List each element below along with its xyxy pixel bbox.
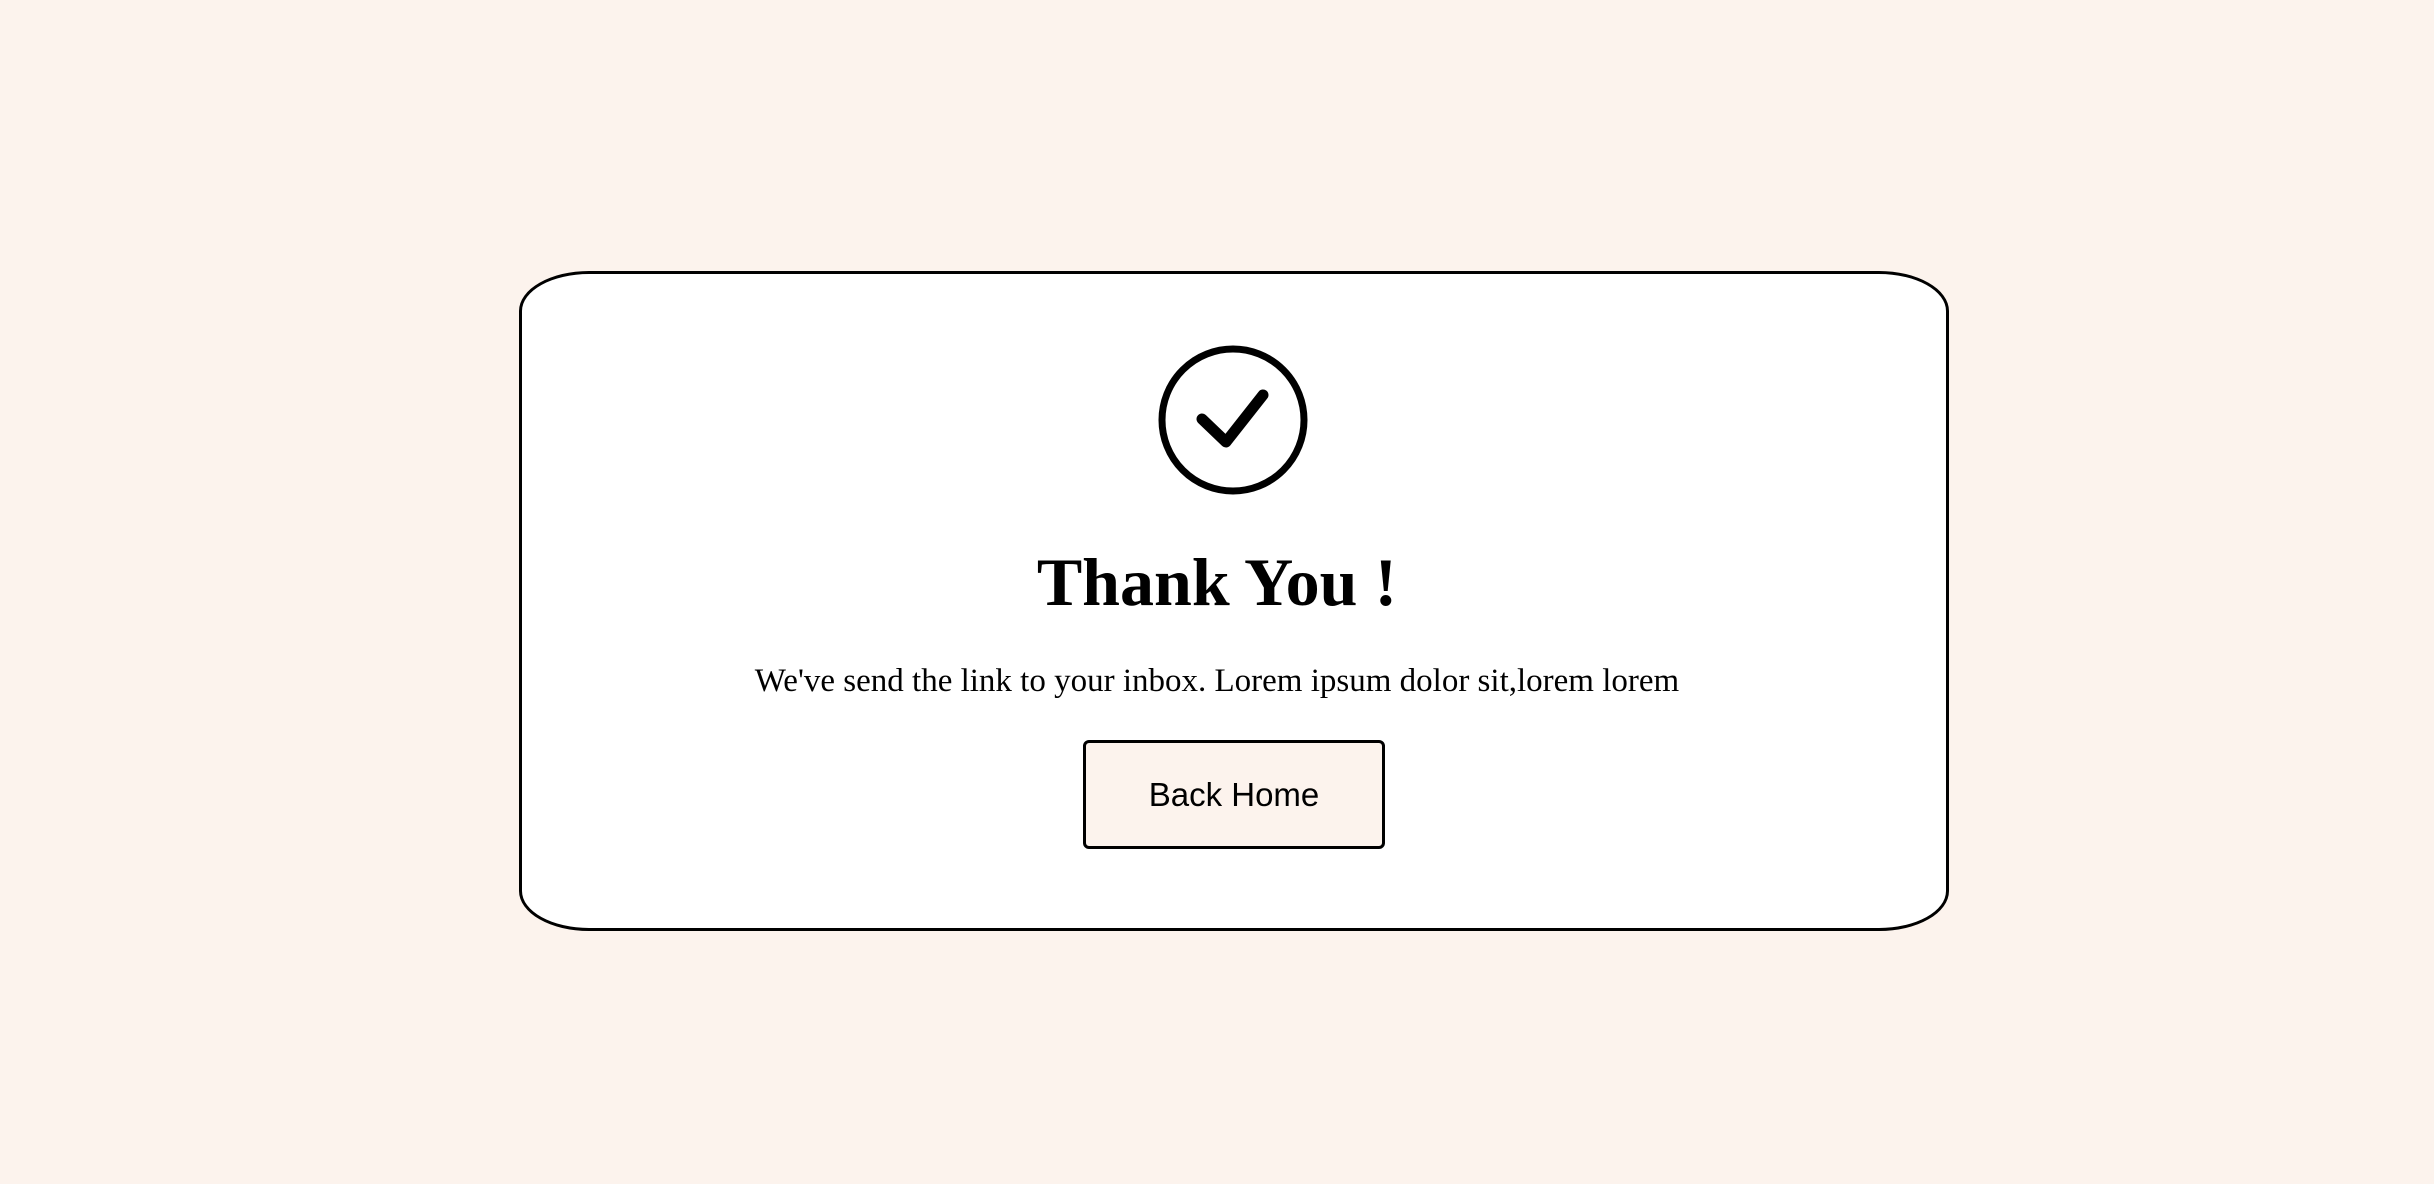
confirmation-message: We've send the link to your inbox. Lorem… — [754, 663, 1680, 699]
back-home-button[interactable]: Back Home — [1083, 740, 1385, 849]
page-title: Thank You ! — [1036, 544, 1398, 620]
check-circle-icon — [1157, 344, 1309, 496]
